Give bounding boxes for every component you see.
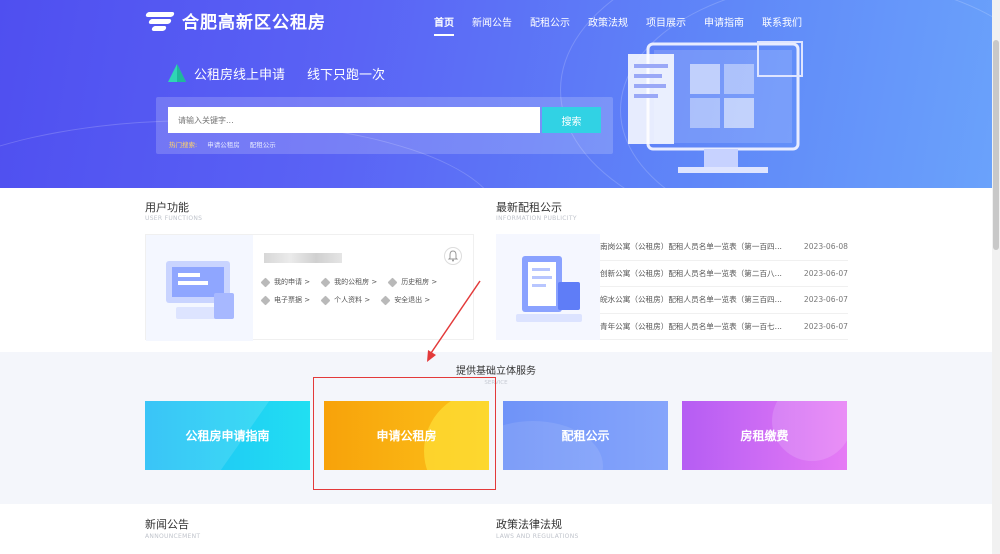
hot-search-label: 热门搜索:: [169, 141, 198, 149]
logo-icon: [145, 9, 176, 33]
search-panel: 搜索 热门搜索: 申请公租房 配租公示: [156, 97, 613, 154]
hero-slogan: 公租房线上申请 线下只跑一次: [166, 62, 385, 84]
user-name-blurred: [264, 253, 342, 263]
diamond-icon: [380, 295, 391, 305]
hot-search: 热门搜索: 申请公租房 配租公示: [169, 139, 276, 149]
link-profile[interactable]: 个人资料 >: [320, 295, 370, 305]
list-item[interactable]: 南岗公寓（公租房）配租人员名单一览表（第一百四... 2023-06-08: [600, 234, 848, 261]
hot-tag-apply[interactable]: 申请公租房: [207, 139, 240, 149]
tile-allocation-notice[interactable]: 配租公示: [503, 401, 668, 470]
link-rental-history[interactable]: 历史租房 >: [387, 277, 437, 287]
diamond-icon: [387, 277, 398, 287]
link-my-application[interactable]: 我的申请 >: [260, 277, 310, 287]
diamond-icon: [320, 295, 331, 305]
slogan-left: 公租房线上申请: [194, 67, 286, 83]
scrollbar-thumb[interactable]: [993, 40, 999, 250]
diamond-icon: [320, 277, 331, 287]
user-card: 我的申请 > 我的公租房 > 历史租房 > 电子票据 > 个人资料 > 安全退出…: [145, 234, 474, 341]
latest-notices-subtitle: INFORMATION PUBLICITY: [496, 215, 577, 222]
news-subtitle: ANNOUNCEMENT: [145, 533, 201, 540]
tile-application-guide[interactable]: 公租房申请指南: [145, 401, 310, 470]
search-input[interactable]: [168, 107, 540, 133]
latest-notices-title: 最新配租公示: [496, 201, 562, 214]
slogan-right: 线下只跑一次: [307, 67, 386, 83]
policy-title: 政策法律法规: [496, 518, 562, 531]
list-item[interactable]: 青年公寓（公租房）配租人员名单一览表（第一百七... 2023-06-07: [600, 314, 848, 340]
hot-tag-allocation[interactable]: 配租公示: [250, 139, 276, 149]
notice-list: 南岗公寓（公租房）配租人员名单一览表（第一百四... 2023-06-08 创新公…: [600, 234, 848, 340]
nav-allocation[interactable]: 配租公示: [530, 14, 570, 29]
tile-rent-payment[interactable]: 房租缴费: [682, 401, 847, 470]
user-illustration: [146, 235, 253, 341]
bell-icon[interactable]: [444, 247, 462, 265]
services-title: 提供基础立体服务: [456, 366, 536, 377]
site-title: 合肥高新区公租房: [182, 13, 326, 33]
nav-news[interactable]: 新闻公告: [472, 14, 512, 29]
main-nav: 首页 新闻公告 配租公示 政策法规 项目展示 申请指南 联系我们: [434, 14, 820, 36]
link-e-invoice[interactable]: 电子票据 >: [260, 295, 310, 305]
hero-banner: 合肥高新区公租房 首页 新闻公告 配租公示 政策法规 项目展示 申请指南 联系我…: [0, 0, 992, 188]
link-my-rental[interactable]: 我的公租房 >: [320, 277, 377, 287]
user-functions-title: 用户功能: [145, 201, 189, 214]
monitor-illustration: [628, 41, 803, 173]
nav-home[interactable]: 首页: [434, 14, 454, 36]
site-logo[interactable]: 合肥高新区公租房: [145, 8, 326, 33]
news-title: 新闻公告: [145, 518, 189, 531]
services-subtitle: SERVICE: [484, 380, 508, 386]
diamond-icon: [260, 295, 271, 305]
nav-contact[interactable]: 联系我们: [762, 14, 802, 29]
triangle-logo-icon: [168, 64, 186, 82]
link-logout[interactable]: 安全退出 >: [380, 295, 430, 305]
nav-guide[interactable]: 申请指南: [704, 14, 744, 29]
search-button[interactable]: 搜索: [542, 107, 601, 133]
page-scrollbar[interactable]: [992, 0, 1000, 554]
notice-illustration: [496, 234, 600, 340]
list-item[interactable]: 皖水公寓（公租房）配租人员名单一览表（第三百四... 2023-06-07: [600, 287, 848, 314]
policy-subtitle: LAWS AND REGULATIONS: [496, 533, 579, 540]
nav-policy[interactable]: 政策法规: [588, 14, 628, 29]
list-item[interactable]: 创新公寓（公租房）配租人员名单一览表（第二百八... 2023-06-07: [600, 261, 848, 287]
diamond-icon: [260, 277, 271, 287]
nav-projects[interactable]: 项目展示: [646, 14, 686, 29]
highlight-box: [313, 377, 496, 490]
user-functions-subtitle: USER FUNCTIONS: [145, 215, 203, 222]
user-links: 我的申请 > 我的公租房 > 历史租房 > 电子票据 > 个人资料 > 安全退出…: [260, 277, 472, 305]
